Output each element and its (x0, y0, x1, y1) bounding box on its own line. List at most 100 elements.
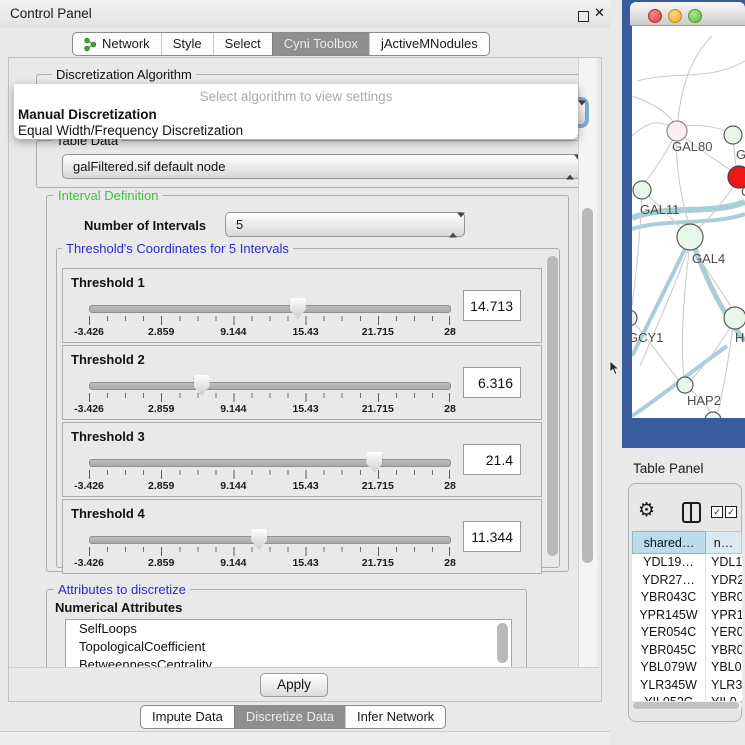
column-header-shared-name[interactable]: shared… (632, 531, 706, 554)
threshold-3-value-field[interactable]: 21.4 (463, 444, 521, 475)
table-row[interactable]: YDL19…YDL1 (632, 554, 742, 572)
tick-label: 2.859 (148, 403, 174, 415)
table-row[interactable]: YBR043CYBR0 (632, 589, 742, 607)
tick-label: 21.715 (362, 480, 394, 492)
attributes-group-label: Attributes to discretize (54, 582, 190, 597)
tab-impute-data[interactable]: Impute Data (141, 706, 234, 728)
table-row[interactable]: YER054CYER0 (632, 624, 742, 642)
numerical-attributes-label: Numerical Attributes (55, 600, 182, 615)
dropdown-placeholder-item[interactable]: Select algorithm to view settings (14, 89, 578, 104)
network-window: GAL80 G C GAL11 GAL4 GCY1 H HAP2 (622, 0, 745, 448)
threshold-1-value-field[interactable]: 14.713 (463, 290, 521, 321)
table-panel-title: Table Panel (633, 461, 704, 476)
tab-select[interactable]: Select (213, 33, 272, 55)
panel-scrollbar[interactable] (578, 58, 597, 698)
tab-network[interactable]: Network (73, 33, 161, 55)
network-canvas[interactable]: GAL80 G C GAL11 GAL4 GCY1 H HAP2 (632, 26, 745, 418)
tick-label: 9.144 (220, 480, 246, 492)
node-gal80[interactable] (667, 121, 687, 141)
table-data-combobox[interactable]: galFiltered.sif default node (62, 154, 582, 179)
node-label: C (741, 184, 745, 199)
dropdown-option-equal-width[interactable]: Equal Width/Frequency Discretization (18, 123, 243, 138)
screen: Control Panel ✕ Network Style Select Cyn… (0, 0, 745, 745)
select-all-checkbox-icon[interactable]: ✓ (711, 506, 723, 518)
network-window-titlebar[interactable] (630, 2, 745, 26)
node-label: HAP2 (687, 393, 721, 408)
apply-button[interactable]: Apply (260, 673, 328, 697)
threshold-4-slider[interactable] (89, 536, 451, 544)
node-label: GCY1 (632, 330, 663, 345)
float-window-icon[interactable] (578, 11, 589, 22)
close-icon[interactable]: ✕ (594, 5, 605, 21)
list-item[interactable]: SelfLoops (66, 620, 511, 638)
threshold-3-label: Threshold 3 (71, 429, 145, 444)
node-label: H (735, 330, 744, 345)
tick-label: 15.43 (292, 480, 318, 492)
threshold-2-slider[interactable] (89, 382, 451, 390)
scrollbar-thumb[interactable] (582, 208, 593, 563)
table-hscrollbar[interactable] (632, 701, 742, 710)
table-row[interactable]: YLR345WYLR3 (632, 677, 742, 695)
threshold-3-slider[interactable] (89, 459, 451, 467)
table-row[interactable]: YIL052CYIL0 (632, 694, 742, 701)
split-columns-icon[interactable] (682, 502, 701, 523)
num-intervals-label: Number of Intervals (84, 218, 206, 233)
mouse-cursor (609, 361, 620, 376)
tick-label: 15.43 (292, 326, 318, 338)
table-header-row: shared… n… (632, 531, 742, 554)
close-window-icon[interactable] (648, 9, 662, 23)
list-scrollbar-thumb[interactable] (497, 623, 508, 663)
node-gal4[interactable] (677, 224, 703, 250)
threshold-4-value-field[interactable]: 11.344 (463, 521, 521, 552)
threshold-1-slider[interactable] (89, 305, 451, 313)
table-data-value: galFiltered.sif default node (73, 159, 225, 174)
threshold-1-label: Threshold 1 (71, 275, 145, 290)
node-hap2[interactable] (677, 377, 693, 393)
tick-label: 28 (444, 480, 456, 492)
select-none-checkbox-icon[interactable]: ✓ (725, 506, 737, 518)
zoom-window-icon[interactable] (688, 9, 702, 23)
tick-label: -3.426 (74, 326, 104, 338)
column-header-name[interactable]: n… (706, 531, 742, 554)
gear-icon[interactable]: ⚙ (638, 499, 655, 522)
node-gal11[interactable] (633, 181, 651, 199)
table-row[interactable]: YBL079WYBL0 (632, 659, 742, 677)
tab-infer-network[interactable]: Infer Network (345, 706, 445, 728)
node-label: GAL11 (640, 202, 680, 217)
tick-label: -3.426 (74, 480, 104, 492)
tick-label: 15.43 (292, 403, 318, 415)
minimize-window-icon[interactable] (668, 9, 682, 23)
table-row[interactable]: YPR145WYPR1 (632, 607, 742, 625)
threshold-2-value-field[interactable]: 6.316 (463, 367, 521, 398)
tick-label: 2.859 (148, 480, 174, 492)
node-gcy1[interactable] (632, 310, 637, 326)
num-intervals-combobox[interactable]: 5 (225, 212, 465, 237)
scrollbar-thumb[interactable] (633, 702, 739, 709)
table-row[interactable]: YBR045CYBR0 (632, 642, 742, 660)
threshold-2-label: Threshold 2 (71, 352, 145, 367)
thresholds-scrollbar[interactable] (544, 254, 556, 560)
tick-label: 2.859 (148, 557, 174, 569)
node-partial[interactable] (705, 412, 721, 418)
tick-label: -3.426 (74, 403, 104, 415)
tick-label: 15.43 (292, 557, 318, 569)
tick-label: 28 (444, 557, 456, 569)
node-g[interactable] (724, 126, 742, 144)
tick-label: 9.144 (220, 403, 246, 415)
tab-cyni-toolbox[interactable]: Cyni Toolbox (272, 33, 369, 55)
tab-discretize-data[interactable]: Discretize Data (234, 706, 345, 728)
panel-title: Control Panel (10, 6, 92, 21)
node-label: G (736, 147, 745, 162)
scrollbar-thumb[interactable] (547, 256, 558, 556)
tick-label: 21.715 (362, 557, 394, 569)
list-item[interactable]: TopologicalCoefficient (66, 638, 511, 656)
tab-style[interactable]: Style (161, 33, 213, 55)
node-h[interactable] (724, 307, 745, 329)
tick-label: 9.144 (220, 326, 246, 338)
tab-jactivemnodules[interactable]: jActiveMNodules (369, 33, 489, 55)
numerical-attributes-list[interactable]: SelfLoops TopologicalCoefficient Between… (65, 619, 512, 669)
dropdown-option-manual[interactable]: Manual Discretization (18, 107, 157, 122)
tick-label: 21.715 (362, 326, 394, 338)
table-row[interactable]: YDR27…YDR2 (632, 572, 742, 590)
control-panel-tabs: Network Style Select Cyni Toolbox jActiv… (72, 32, 490, 56)
